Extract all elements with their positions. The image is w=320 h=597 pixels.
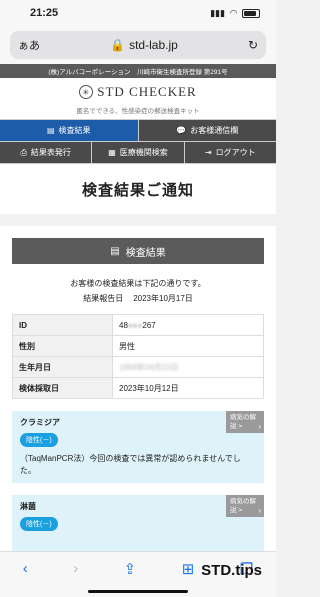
battery-icon (242, 8, 260, 18)
table-row: 性別 男性 (12, 335, 264, 357)
printer-icon: ⎙ (20, 147, 27, 157)
info-value: 2023年10月12日 (112, 377, 264, 399)
disease-result-card: クラミジア 陰性(－) （TaqManPCR法）今回の検査では異常が認められませ… (12, 411, 264, 483)
site-tagline: 匿名でできる、性感染症の郵送検査キット (76, 108, 200, 115)
url-display[interactable]: 🔒 std-lab.jp (110, 38, 178, 52)
wifi-icon: ◠ (230, 7, 237, 18)
nav-label: 結果表発行 (30, 148, 71, 157)
disease-explain-button[interactable]: 病気の解説 > (226, 411, 264, 433)
watermark: STD.tips (201, 562, 262, 579)
signal-icon: ▮▮▮ (210, 7, 226, 18)
back-icon[interactable]: ‹ (23, 560, 28, 577)
nav-logout[interactable]: ⇥ ログアウト (184, 142, 276, 163)
logo-mark-icon: ✳ (79, 85, 94, 99)
results-content: ▤ 検査結果 お客様の検査結果は下記の通りです。 結果報告日 2023年10月1… (0, 226, 276, 566)
nav-issue-report[interactable]: ⎙ 結果表発行 (0, 142, 92, 163)
share-icon[interactable]: ⇪ (124, 560, 137, 578)
site-logo[interactable]: ✳ STD CHECKER (0, 84, 276, 100)
table-row: ID 48●●●267 (12, 314, 264, 336)
disease-name: クラミジア (20, 418, 60, 427)
info-value: 男性 (112, 335, 264, 357)
disease-explain-button[interactable]: 病気の解説 > (226, 495, 264, 517)
info-key: 生年月日 (12, 356, 113, 378)
nav-label: お客様通信欄 (190, 126, 239, 135)
disease-result-card: 淋菌 陰性(－) 病気の解説 > (12, 495, 264, 551)
report-date: 結果報告日 2023年10月17日 (12, 291, 264, 306)
info-key: 検体採取日 (12, 377, 113, 399)
nav-row-secondary: ⎙ 結果表発行 ▦ 医療機関検索 ⇥ ログアウト (0, 141, 276, 164)
reader-aa-button[interactable]: ぁあ (18, 37, 40, 53)
info-key: ID (12, 314, 113, 336)
lock-icon: 🔒 (110, 38, 126, 52)
status-bar: 21:25 ▮▮▮ ◠ (0, 0, 276, 26)
status-icons: ▮▮▮ ◠ (210, 8, 260, 19)
result-header-label: 検査結果 (125, 247, 166, 259)
result-badge: 陰性(－) (20, 517, 58, 531)
url-text: std-lab.jp (129, 38, 178, 52)
logo-text: STD CHECKER (97, 84, 197, 99)
nav-label: 医療機関検索 (119, 148, 168, 157)
company-banner: (株)アルバコーポレーション 川崎市衛生検査所登録 第291号 (0, 64, 276, 78)
clipboard-icon: ▤ (110, 245, 120, 257)
forward-icon[interactable]: › (73, 560, 78, 577)
nav-test-results[interactable]: ▤ 検査結果 (0, 120, 138, 141)
info-value: 1969年04月10日 (112, 356, 264, 378)
disease-name: 淋菌 (20, 502, 36, 511)
masked-value: 1969年04月10日 (119, 362, 179, 372)
result-intro: お客様の検査結果は下記の通りです。 結果報告日 2023年10月17日 (12, 276, 264, 306)
browser-url-bar: ぁあ 🔒 std-lab.jp ↻ (0, 26, 276, 64)
clipboard-icon: ▤ (46, 126, 55, 135)
masked-value: ●●● (127, 320, 143, 330)
hospital-icon: ▦ (108, 148, 116, 157)
reload-icon[interactable]: ↻ (248, 38, 258, 52)
address-field[interactable]: ぁあ 🔒 std-lab.jp ↻ (10, 31, 266, 59)
bookmarks-icon[interactable]: ⊞ (182, 560, 195, 578)
table-row: 検体採取日 2023年10月12日 (12, 377, 264, 399)
customer-info-table: ID 48●●●267 性別 男性 生年月日 1969年04月10日 検体採取日… (12, 314, 264, 399)
disease-result-text: （TaqManPCR法）今回の検査では異常が認められませんでした。 (20, 454, 241, 475)
nav-label: ログアウト (215, 148, 256, 157)
nav-row-primary: ▤ 検査結果 💬 お客様通信欄 (0, 119, 276, 141)
main-nav: ▤ 検査結果 💬 お客様通信欄 ⎙ 結果表発行 ▦ 医療機関検索 ⇥ ログアウト (0, 119, 276, 164)
chat-icon: 💬 (176, 126, 187, 135)
nav-label: 検査結果 (58, 126, 91, 135)
info-key: 性別 (12, 335, 113, 357)
nav-clinic-search[interactable]: ▦ 医療機関検索 (92, 142, 184, 163)
status-time: 21:25 (30, 7, 59, 19)
home-indicator (88, 590, 188, 593)
site-header: ✳ STD CHECKER 匿名でできる、性感染症の郵送検査キット (0, 78, 276, 119)
nav-customer-messages[interactable]: 💬 お客様通信欄 (138, 120, 276, 141)
intro-text: お客様の検査結果は下記の通りです。 (70, 279, 206, 288)
report-date-label: 結果報告日 (83, 294, 124, 303)
page-title: 検査結果ご通知 (0, 164, 276, 214)
result-badge: 陰性(－) (20, 433, 58, 447)
table-row: 生年月日 1969年04月10日 (12, 356, 264, 378)
report-date-value: 2023年10月17日 (133, 294, 193, 303)
result-section-header: ▤ 検査結果 (12, 238, 264, 264)
logout-icon: ⇥ (204, 148, 212, 157)
info-value: 48●●●267 (112, 314, 264, 336)
